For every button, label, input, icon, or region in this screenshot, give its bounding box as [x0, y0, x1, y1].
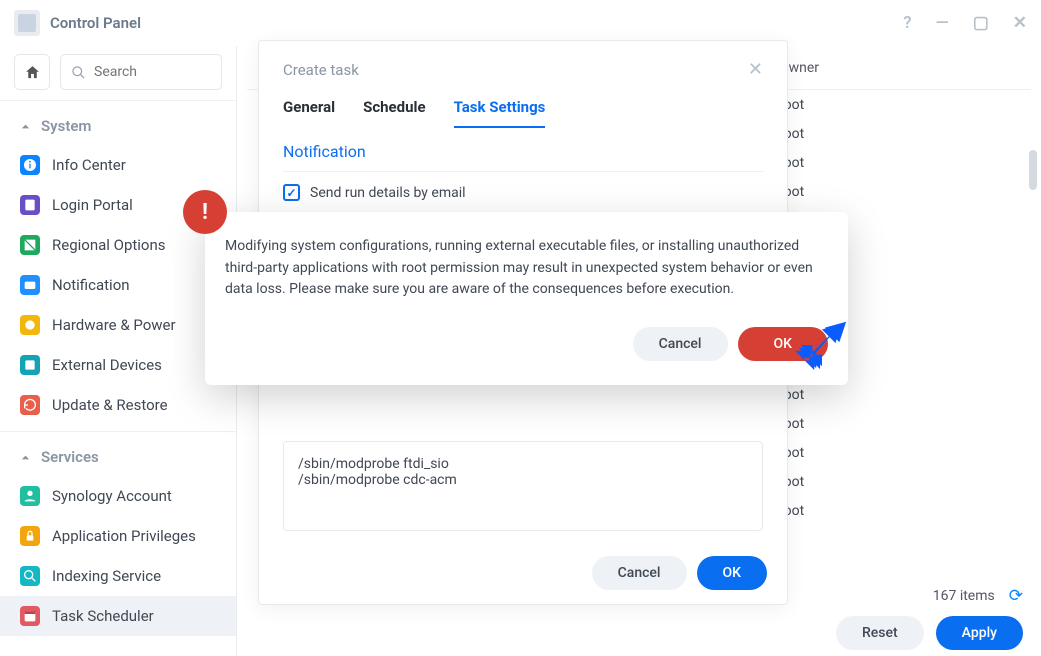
item-count: 167 items	[933, 588, 995, 604]
sidebar-item-label: Login Portal	[52, 196, 133, 214]
sidebar-item-indexing-service[interactable]: Indexing Service	[0, 556, 236, 596]
scrollbar[interactable]	[1029, 150, 1037, 190]
confirm-dialog: ! Modifying system configurations, runni…	[205, 212, 848, 385]
tab-schedule[interactable]: Schedule	[363, 98, 425, 128]
tab-general[interactable]: General	[283, 98, 335, 128]
sidebar-item-label: Task Scheduler	[52, 607, 154, 625]
sidebar-item-label: Update & Restore	[52, 396, 168, 414]
sidebar-item-synology-account[interactable]: Synology Account	[0, 476, 236, 516]
sidebar-item-label: Indexing Service	[52, 567, 161, 585]
reset-button[interactable]: Reset	[836, 616, 924, 650]
confirm-text: Modifying system configurations, running…	[225, 236, 828, 301]
sidebar-item-label: Regional Options	[52, 236, 166, 254]
sidebar-item-task-scheduler[interactable]: Task Scheduler	[0, 596, 236, 636]
window-title: Control Panel	[50, 14, 141, 32]
cancel-button[interactable]: Cancel	[592, 556, 687, 590]
confirm-cancel-button[interactable]: Cancel	[633, 327, 728, 361]
close-icon[interactable]: ✕	[1013, 13, 1027, 33]
search-input[interactable]	[94, 64, 211, 80]
col-owner[interactable]: Owner	[771, 60, 891, 76]
tabs: General Schedule Task Settings	[259, 98, 787, 128]
apply-button[interactable]: Apply	[936, 616, 1023, 650]
close-icon[interactable]: ✕	[748, 59, 763, 80]
sidebar-item-application-privileges[interactable]: Application Privileges	[0, 516, 236, 556]
sidebar-item-label: External Devices	[52, 356, 162, 374]
ok-button[interactable]: OK	[697, 556, 768, 590]
script-textarea[interactable]: /sbin/modprobe ftdi_sio /sbin/modprobe c…	[283, 441, 763, 531]
checkbox-send-email[interactable]: ✓ Send run details by email	[283, 184, 763, 201]
dialog-title: Create task	[283, 61, 359, 79]
sidebar-item-info-center[interactable]: Info Center	[0, 145, 236, 185]
sidebar-item-notification[interactable]: Notification	[0, 265, 236, 305]
search-box[interactable]	[60, 54, 222, 90]
table-footer: 167 items ⟳	[933, 586, 1023, 606]
group-services[interactable]: Services	[0, 438, 236, 476]
check-icon: ✓	[283, 184, 300, 201]
section-notification: Notification	[283, 142, 763, 172]
help-icon[interactable]: ?	[903, 13, 911, 33]
home-button[interactable]	[14, 54, 50, 90]
sidebar: System Info Center Login Portal Regional…	[0, 46, 237, 656]
minimize-icon[interactable]: —	[936, 13, 949, 33]
sidebar-item-external-devices[interactable]: External Devices	[0, 345, 236, 385]
sidebar-item-label: Application Privileges	[52, 527, 196, 545]
window-controls: ? — ▢ ✕	[903, 13, 1027, 33]
tab-task-settings[interactable]: Task Settings	[454, 98, 546, 128]
maximize-icon[interactable]: ▢	[973, 13, 989, 33]
confirm-ok-button[interactable]: OK	[738, 327, 829, 361]
sidebar-item-label: Hardware & Power	[52, 316, 176, 334]
sidebar-item-hardware-power[interactable]: Hardware & Power	[0, 305, 236, 345]
checkbox-label: Send run details by email	[310, 185, 466, 201]
warning-icon: !	[183, 190, 227, 234]
sidebar-item-update-restore[interactable]: Update & Restore	[0, 385, 236, 425]
group-system[interactable]: System	[0, 107, 236, 145]
sidebar-item-label: Info Center	[52, 156, 126, 174]
sidebar-item-label: Notification	[52, 276, 130, 294]
app-icon	[14, 10, 40, 36]
refresh-icon[interactable]: ⟳	[1009, 586, 1023, 606]
sidebar-item-label: Synology Account	[52, 487, 172, 505]
